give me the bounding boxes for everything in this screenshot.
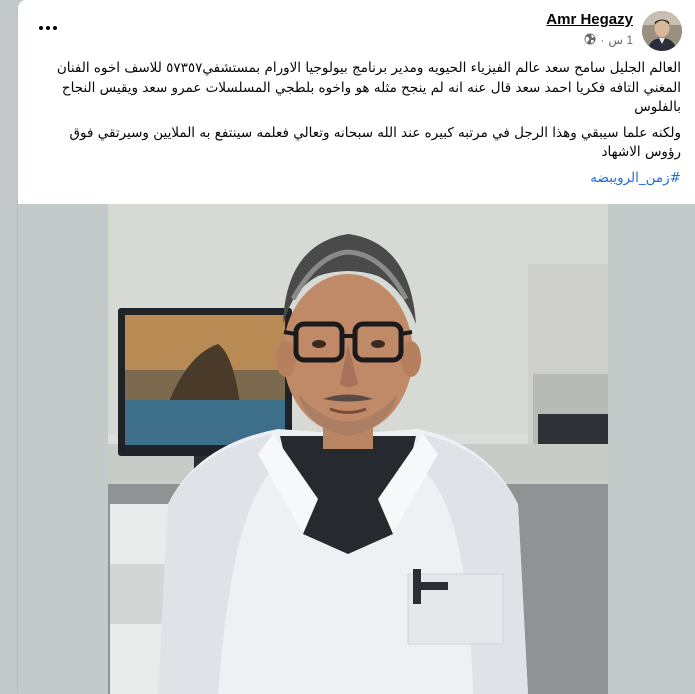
author-avatar[interactable] — [642, 11, 682, 51]
meta-separator: · — [600, 33, 605, 47]
post-meta: 1 س · — [584, 32, 633, 48]
hashtag-link[interactable]: #زمن_الرويبضه — [590, 169, 681, 189]
post-body: العالم الجليل سامح سعد عالم الفيزياء الح… — [30, 59, 681, 188]
author-name[interactable]: Amr Hegazy — [546, 11, 633, 28]
avatar-image — [642, 11, 682, 51]
more-options-button[interactable] — [30, 14, 66, 42]
post-card: Amr Hegazy 1 س · العالم الجليل سامح سعد … — [18, 0, 695, 694]
post-photo[interactable] — [18, 204, 695, 694]
post-paragraph-2: ولكنه علما سيبقي وهذا الرجل في مرتبه كبي… — [69, 124, 681, 161]
globe-icon — [584, 33, 596, 48]
post-header: Amr Hegazy 1 س · — [18, 0, 695, 56]
post-time[interactable]: 1 س — [608, 33, 633, 47]
photo-image — [18, 204, 695, 694]
post-paragraph-1: العالم الجليل سامح سعد عالم الفيزياء الح… — [56, 60, 681, 115]
more-horizontal-icon — [39, 26, 57, 30]
